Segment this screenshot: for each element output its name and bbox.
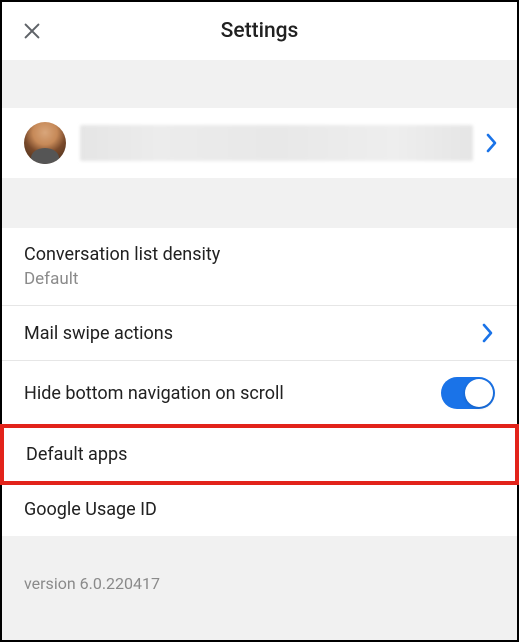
chevron-right-icon — [485, 132, 499, 154]
page-title: Settings — [221, 19, 299, 43]
row-label: Conversation list density — [24, 244, 220, 265]
hide-nav-toggle[interactable] — [441, 377, 495, 409]
spacer — [2, 611, 517, 640]
mail-swipe-row[interactable]: Mail swipe actions — [2, 306, 517, 361]
row-label: Default apps — [26, 444, 127, 465]
conversation-density-row[interactable]: Conversation list density Default — [2, 228, 517, 306]
row-label: Mail swipe actions — [24, 323, 173, 344]
settings-section: Conversation list density Default Mail s… — [2, 228, 517, 536]
row-value: Default — [24, 269, 220, 289]
close-icon — [21, 20, 43, 42]
row-label: Google Usage ID — [24, 499, 157, 520]
row-label: Hide bottom navigation on scroll — [24, 383, 284, 404]
hide-nav-row[interactable]: Hide bottom navigation on scroll — [2, 361, 517, 426]
header: Settings — [2, 2, 517, 60]
account-row[interactable] — [2, 108, 517, 178]
close-button[interactable] — [18, 17, 46, 45]
chevron-right-icon — [481, 322, 495, 344]
account-name-redacted — [80, 125, 473, 161]
version-label: version 6.0.220417 — [2, 574, 517, 611]
section-gap — [2, 536, 517, 574]
google-usage-id-row[interactable]: Google Usage ID — [2, 483, 517, 536]
section-gap — [2, 178, 517, 228]
section-gap — [2, 60, 517, 108]
avatar — [24, 122, 66, 164]
default-apps-row[interactable]: Default apps — [0, 424, 519, 485]
